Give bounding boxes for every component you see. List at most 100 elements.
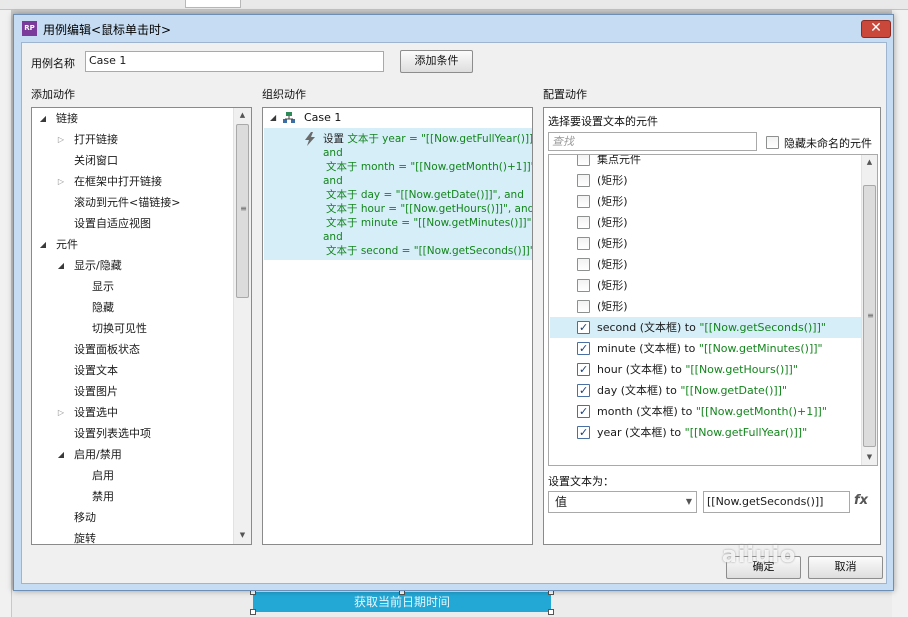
case-name-input[interactable]: Case 1 <box>85 51 384 72</box>
scroll-down-icon[interactable]: ▼ <box>235 528 250 543</box>
widget-item-label: (矩形) <box>597 233 628 254</box>
widget-list-item[interactable]: (矩形) <box>550 191 865 212</box>
action-line: and <box>323 174 343 188</box>
scroll-down-icon[interactable]: ▼ <box>862 450 877 465</box>
action-item-label: 链接 <box>56 112 78 125</box>
widget-list-scrollbar[interactable]: ▲ ≡ ▼ <box>861 155 877 465</box>
action-item[interactable]: ◢ 显示/隐藏 <box>32 255 232 276</box>
action-item[interactable]: 设置列表选中项 <box>32 423 232 444</box>
action-item[interactable]: 滚动到元件<锚链接> <box>32 192 232 213</box>
case-node-label[interactable]: Case 1 <box>304 111 341 124</box>
action-item[interactable]: ◢ 元件 <box>32 234 232 255</box>
scroll-thumb[interactable]: ≡ <box>236 124 249 298</box>
widget-name: (矩形) <box>597 195 628 208</box>
widget-checkbox[interactable] <box>577 422 590 443</box>
scroll-up-icon[interactable]: ▲ <box>862 155 877 170</box>
action-item-label: 启用/禁用 <box>74 448 122 461</box>
expand-icon[interactable]: ▷ <box>56 129 66 150</box>
scroll-thumb[interactable]: ≡ <box>863 185 876 447</box>
background-ruler <box>0 10 12 617</box>
action-item[interactable]: 设置图片 <box>32 381 232 402</box>
widget-list-item[interactable]: (矩形) <box>550 275 865 296</box>
close-button[interactable]: ✕ <box>861 20 891 38</box>
selection-handle[interactable] <box>250 609 256 615</box>
widget-list-item[interactable]: (矩形) <box>550 170 865 191</box>
action-item[interactable]: 设置文本 <box>32 360 232 381</box>
expand-icon[interactable]: ▷ <box>56 171 66 192</box>
collapse-icon[interactable]: ◢ <box>56 255 66 276</box>
widget-list-item[interactable]: 集点元件 <box>550 155 865 170</box>
widget-checkbox[interactable] <box>577 359 590 380</box>
widget-list-item[interactable]: year (文本框) to "[[Now.getFullYear()]]" <box>550 422 865 443</box>
action-item[interactable]: 移动 <box>32 507 232 528</box>
action-item[interactable]: 设置自适应视图 <box>32 213 232 234</box>
widget-item-label: (矩形) <box>597 254 628 275</box>
case-name-label: 用例名称 <box>31 57 75 70</box>
cancel-button[interactable]: 取消 <box>808 556 883 579</box>
widget-checkbox[interactable] <box>577 195 590 208</box>
canvas-widget-button[interactable]: 获取当前日期时间 <box>253 592 551 612</box>
action-item-label: 滚动到元件<锚链接> <box>74 196 181 209</box>
action-item[interactable]: ▷ 打开链接 <box>32 129 232 150</box>
toolbar-field[interactable] <box>185 0 241 8</box>
widget-checkbox[interactable] <box>577 300 590 313</box>
hide-unnamed-checkbox[interactable] <box>766 136 779 149</box>
collapse-icon[interactable]: ◢ <box>38 234 48 255</box>
widget-checkbox[interactable] <box>577 338 590 359</box>
action-item[interactable]: 隐藏 <box>32 297 232 318</box>
value-type-select[interactable]: 值 ▼ <box>548 491 697 513</box>
widget-target-value: "[[Now.getMinutes()]]" <box>698 342 823 355</box>
widget-checkbox[interactable] <box>577 380 590 401</box>
widget-list-item[interactable]: (矩形) <box>550 296 865 317</box>
widget-checkbox[interactable] <box>577 237 590 250</box>
expand-icon[interactable]: ▷ <box>56 402 66 423</box>
widget-target-value: "[[Now.getFullYear()]]" <box>684 426 808 439</box>
selection-handle[interactable] <box>548 609 554 615</box>
scroll-up-icon[interactable]: ▲ <box>235 108 250 123</box>
action-item[interactable]: ◢ 链接 <box>32 108 232 129</box>
action-item[interactable]: 禁用 <box>32 486 232 507</box>
widget-name: minute (文本框) to <box>597 342 699 355</box>
add-condition-button[interactable]: 添加条件 <box>400 50 473 73</box>
action-item[interactable]: 显示 <box>32 276 232 297</box>
action-item[interactable]: 关闭窗口 <box>32 150 232 171</box>
widget-list-item[interactable]: (矩形) <box>550 212 865 233</box>
case-editor-dialog: RP 用例编辑<鼠标单击时> ✕ 用例名称 Case 1 添加条件 添加动作 组… <box>13 14 894 591</box>
action-item[interactable]: 设置面板状态 <box>32 339 232 360</box>
widget-checkbox[interactable] <box>577 216 590 229</box>
widget-name: (矩形) <box>597 216 628 229</box>
widget-list-item[interactable]: month (文本框) to "[[Now.getMonth()+1]]" <box>550 401 865 422</box>
action-item[interactable]: 切换可见性 <box>32 318 232 339</box>
widget-checkbox[interactable] <box>577 174 590 187</box>
search-input[interactable]: 查找 <box>548 132 757 151</box>
widget-checkbox[interactable] <box>577 258 590 271</box>
action-item[interactable]: ◢ 启用/禁用 <box>32 444 232 465</box>
widget-checkbox[interactable] <box>577 279 590 292</box>
case-expand-icon[interactable]: ◢ <box>270 113 276 122</box>
widget-checkbox[interactable] <box>577 401 590 422</box>
fx-button[interactable]: fx <box>854 493 868 508</box>
action-item[interactable]: ▷ 在框架中打开链接 <box>32 171 232 192</box>
dialog-titlebar[interactable]: RP 用例编辑<鼠标单击时> ✕ <box>14 15 893 41</box>
set-text-action[interactable]: 设置 文本于 year = "[[Now.getFullYear()]]", an… <box>264 128 532 260</box>
widget-item-label: 集点元件 <box>597 155 641 170</box>
widget-list-item[interactable]: (矩形) <box>550 233 865 254</box>
widget-checkbox[interactable] <box>577 317 590 338</box>
value-input[interactable]: [[Now.getSeconds()]] <box>703 491 850 513</box>
action-item[interactable]: ▷ 设置选中 <box>32 402 232 423</box>
action-item[interactable]: 旋转 <box>32 528 232 544</box>
widget-list-item[interactable]: second (文本框) to "[[Now.getSeconds()]]" <box>550 317 865 338</box>
widget-list-item[interactable]: day (文本框) to "[[Now.getDate()]]" <box>550 380 865 401</box>
widget-list-item[interactable]: minute (文本框) to "[[Now.getMinutes()]]" <box>550 338 865 359</box>
widget-list-item[interactable]: (矩形) <box>550 254 865 275</box>
action-item[interactable]: 启用 <box>32 465 232 486</box>
watermark-logo: aiiuio <box>722 543 797 568</box>
tree-scrollbar[interactable]: ▲ ≡ ▼ <box>233 108 251 544</box>
action-item-label: 切换可见性 <box>92 322 147 335</box>
add-actions-panel: ◢ 链接 ▷ 打开链接 关闭窗口 ▷ 在框架中打开链接滚动到元件<锚链接> 设置自适应视图 ◢ 元… <box>31 107 252 545</box>
widget-name: year (文本框) to <box>597 426 685 439</box>
widget-checkbox[interactable] <box>577 155 590 166</box>
collapse-icon[interactable]: ◢ <box>56 444 66 465</box>
collapse-icon[interactable]: ◢ <box>38 108 48 129</box>
widget-list-item[interactable]: hour (文本框) to "[[Now.getHours()]]" <box>550 359 865 380</box>
